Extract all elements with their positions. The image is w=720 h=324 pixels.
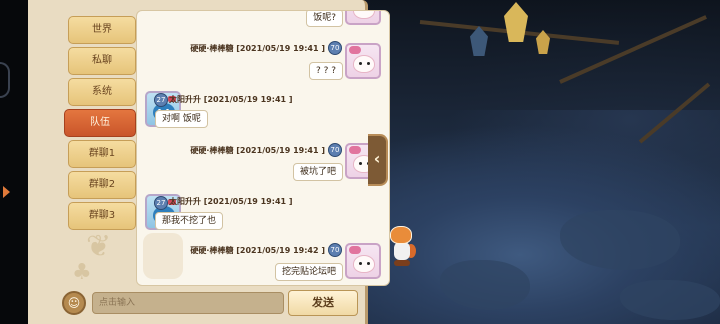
fox-body [394, 242, 410, 260]
chat-input-row: ☺ 点击输入 发送 [62, 290, 362, 318]
message-header: 硬硬·棒棒糖 [2021/05/19 19:41 ] [190, 145, 325, 156]
cave-wall [370, 0, 720, 110]
message-bubble: 被坑了吧 [292, 163, 343, 181]
device-edge-strip [0, 0, 28, 324]
timestamp: [2021/05/19 19:41 ] [203, 197, 293, 206]
avatar-placeholder [143, 233, 183, 279]
message-bubble: 对啊 饭呢 [155, 110, 208, 128]
level-badge: 27 [154, 93, 168, 107]
player-fox-character[interactable] [386, 226, 416, 270]
send-button[interactable]: 发送 [288, 290, 358, 316]
tab-private[interactable]: 私聊 [68, 47, 136, 75]
message-bubble: ? ? ? [308, 62, 343, 80]
timestamp: [2021/05/19 19:41 ] [236, 44, 325, 53]
sender-name: 太阳升升 [169, 197, 201, 206]
message-bubble: 挖完贴论坛吧 [274, 263, 343, 281]
bow-icon [349, 46, 361, 54]
avatar[interactable] [345, 11, 381, 25]
message-header: 太阳升升 [2021/05/19 19:41 ] [169, 196, 293, 207]
expand-arrow-icon[interactable] [3, 186, 10, 198]
chevron-left-icon[interactable]: ‹ [368, 134, 388, 186]
side-handle[interactable] [0, 62, 10, 98]
message-bubble: 饭呢? [306, 11, 343, 27]
fox-head [390, 226, 412, 244]
smiley-icon[interactable]: ☺ [62, 291, 86, 315]
tab-world[interactable]: 世界 [68, 16, 136, 44]
tab-group2[interactable]: 群聊2 [68, 171, 136, 199]
timestamp: [2021/05/19 19:41 ] [236, 146, 325, 155]
message-header: 硬硬·棒棒糖 [2021/05/19 19:41 ] [190, 43, 325, 54]
cave-stone [620, 280, 720, 320]
fox-feet [394, 260, 410, 266]
message-header: 太阳升升 [2021/05/19 19:41 ] [169, 94, 293, 105]
sender-name: 硬硬·棒棒糖 [190, 44, 234, 53]
level-badge: 70 [328, 41, 342, 55]
avatar[interactable] [345, 243, 381, 279]
level-badge: 27 [154, 196, 168, 210]
timestamp: [2021/05/19 19:42 ] [236, 246, 325, 255]
gourd-decoration-icon: ♣ [72, 260, 92, 285]
sender-name: 硬硬·棒棒糖 [190, 146, 234, 155]
cave-stone [440, 260, 530, 310]
message-header: 硬硬·棒棒糖 [2021/05/19 19:42 ] [190, 245, 325, 256]
tab-group3[interactable]: 群聊3 [68, 202, 136, 230]
sender-name: 硬硬·棒棒糖 [190, 246, 234, 255]
level-badge: 70 [328, 243, 342, 257]
cave-stone [560, 210, 680, 270]
sender-name: 太阳升升 [169, 95, 201, 104]
bow-icon [349, 146, 361, 154]
tab-team[interactable]: 队伍 [64, 109, 136, 137]
avatar[interactable] [345, 43, 381, 79]
tab-system[interactable]: 系统 [68, 78, 136, 106]
bow-icon [349, 246, 361, 254]
chat-input[interactable]: 点击输入 [92, 292, 284, 314]
message-list[interactable]: 饭呢? 70 硬硬·棒棒糖 [2021/05/19 19:41 ] ? ? ? … [136, 10, 390, 286]
tab-group1[interactable]: 群聊1 [68, 140, 136, 168]
message-bubble: 那我不挖了也 [155, 212, 224, 230]
timestamp: [2021/05/19 19:41 ] [203, 95, 293, 104]
level-badge: 70 [328, 143, 342, 157]
